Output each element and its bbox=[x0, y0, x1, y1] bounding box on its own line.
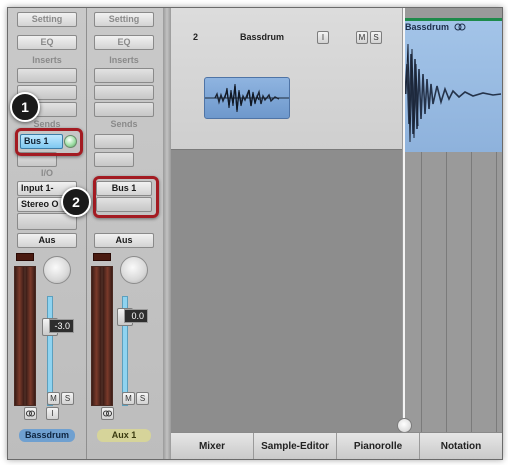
insert-slot-3[interactable] bbox=[94, 102, 154, 117]
logic-window: Setting EQ Inserts Sends Bus 1 I/O Input… bbox=[7, 7, 503, 460]
pan-knob[interactable] bbox=[120, 256, 148, 284]
channel-strip-aux-1: Setting EQ Inserts Sends Bus 1 Aus 0.0 M… bbox=[87, 8, 164, 459]
eq-button[interactable]: EQ bbox=[17, 35, 77, 50]
volume-value[interactable]: -3.0 bbox=[49, 319, 74, 333]
volume-fader-track[interactable] bbox=[47, 296, 53, 406]
audio-region[interactable]: Bassdrum bbox=[403, 18, 502, 152]
loop-icon bbox=[454, 23, 466, 33]
input-monitor-button[interactable]: I bbox=[46, 407, 59, 420]
playhead[interactable] bbox=[403, 8, 405, 432]
io-label: I/O bbox=[40, 168, 53, 178]
link-icon[interactable] bbox=[24, 407, 37, 420]
level-meter-right bbox=[102, 266, 113, 406]
mute-button[interactable]: M bbox=[122, 392, 135, 405]
tab-mixer[interactable]: Mixer bbox=[171, 433, 254, 459]
link-icon[interactable] bbox=[101, 407, 114, 420]
track-number: 2 bbox=[193, 32, 199, 42]
level-meter-right bbox=[25, 266, 36, 406]
tab-sample-editor[interactable]: Sample-Editor bbox=[254, 433, 337, 459]
setting-button[interactable]: Setting bbox=[17, 12, 77, 27]
mixer-separator bbox=[163, 8, 171, 459]
eq-button[interactable]: EQ bbox=[94, 35, 154, 50]
region-name: Bassdrum bbox=[405, 22, 466, 33]
grid-line bbox=[446, 149, 447, 432]
peak-indicator bbox=[16, 253, 34, 261]
track-input-button[interactable]: I bbox=[317, 31, 329, 44]
send-slot-1[interactable] bbox=[94, 134, 134, 149]
send-slot-2[interactable] bbox=[94, 152, 134, 167]
channel-strip-bassdrum: Setting EQ Inserts Sends Bus 1 I/O Input… bbox=[8, 8, 87, 459]
highlight-send-bus-1 bbox=[15, 128, 83, 156]
highlight-aux-input bbox=[93, 176, 159, 218]
sends-label: Sends bbox=[110, 119, 138, 129]
region-name-text: Bassdrum bbox=[405, 22, 450, 32]
channel-name[interactable]: Aux 1 bbox=[97, 429, 151, 442]
insert-slot-2[interactable] bbox=[94, 85, 154, 100]
level-meter-left bbox=[91, 266, 102, 406]
automation-mode[interactable]: Aus bbox=[17, 233, 77, 248]
grid-line bbox=[471, 149, 472, 432]
track-waveform-icon bbox=[204, 77, 290, 119]
region-waveform bbox=[404, 43, 502, 143]
grid-line bbox=[496, 149, 497, 432]
grid-line bbox=[421, 149, 422, 432]
editor-tabs: Mixer Sample-Editor Pianorolle Notation bbox=[171, 432, 502, 459]
automation-mode[interactable]: Aus bbox=[94, 233, 154, 248]
peak-indicator bbox=[93, 253, 111, 261]
insert-slot-1[interactable] bbox=[94, 68, 154, 83]
tab-notation[interactable]: Notation bbox=[420, 433, 502, 459]
tab-pianorolle[interactable]: Pianorolle bbox=[337, 433, 420, 459]
inserts-label: Inserts bbox=[109, 55, 139, 65]
callout-1: 1 bbox=[10, 92, 40, 122]
playhead-handle[interactable] bbox=[397, 418, 412, 433]
group-slot[interactable] bbox=[17, 213, 77, 230]
inserts-label: Inserts bbox=[32, 55, 62, 65]
channel-name[interactable]: Bassdrum bbox=[19, 429, 75, 442]
track-solo-button[interactable]: S bbox=[370, 31, 382, 44]
callout-2: 2 bbox=[61, 187, 91, 217]
track-mute-button[interactable]: M bbox=[356, 31, 368, 44]
track-header[interactable]: 2 Bassdrum I M S bbox=[171, 8, 402, 150]
insert-slot-1[interactable] bbox=[17, 68, 77, 83]
solo-button[interactable]: S bbox=[61, 392, 74, 405]
solo-button[interactable]: S bbox=[136, 392, 149, 405]
volume-value[interactable]: 0.0 bbox=[124, 309, 148, 323]
arrange-area[interactable]: 2 Bassdrum I M S Bassdrum bbox=[171, 8, 502, 433]
setting-button[interactable]: Setting bbox=[94, 12, 154, 27]
track-name: Bassdrum bbox=[240, 32, 285, 42]
mute-button[interactable]: M bbox=[47, 392, 60, 405]
pan-knob[interactable] bbox=[43, 256, 71, 284]
level-meter-left bbox=[14, 266, 25, 406]
